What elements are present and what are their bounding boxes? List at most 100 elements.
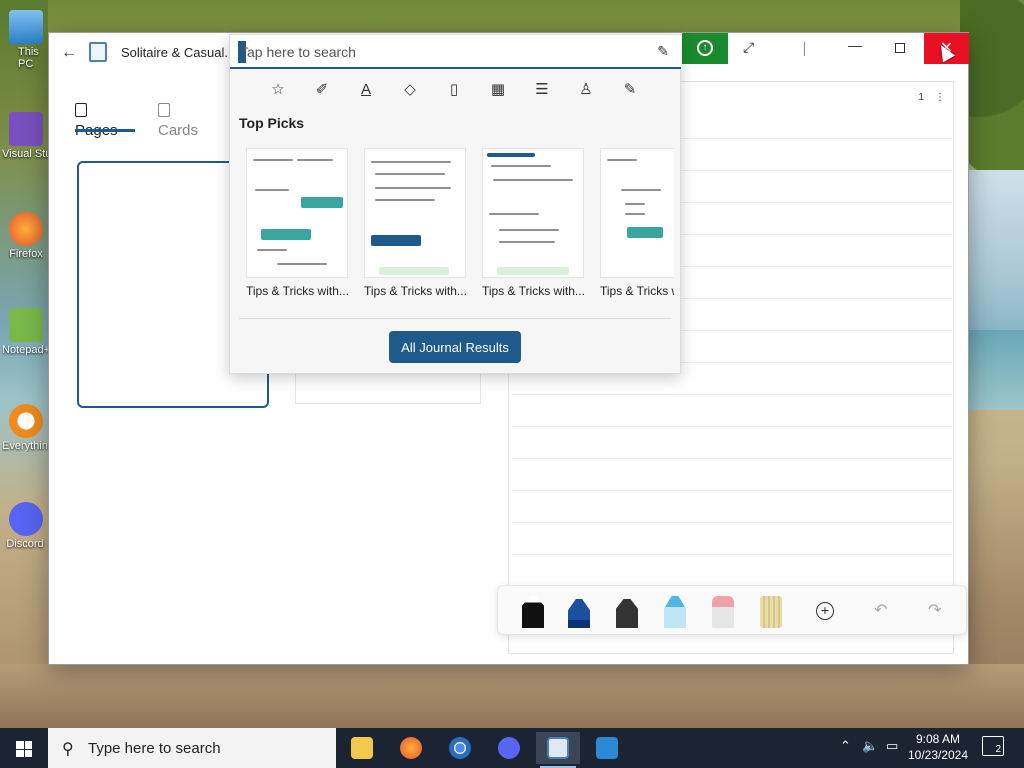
- shapes-icon[interactable]: ◇: [398, 79, 422, 101]
- eraser-tool[interactable]: [712, 596, 734, 628]
- tape-tool[interactable]: [760, 596, 782, 628]
- add-tool-button[interactable]: +: [816, 602, 834, 620]
- text-icon[interactable]: A: [354, 79, 378, 101]
- minimize-button[interactable]: —: [845, 37, 865, 53]
- browser-icon: [449, 737, 471, 759]
- ink-stroke: [375, 173, 445, 175]
- person-icon[interactable]: ♙: [574, 79, 598, 101]
- ink-stroke: [493, 179, 573, 181]
- volume-icon[interactable]: 🔈: [862, 738, 878, 754]
- remote-desktop-icon: [596, 737, 618, 759]
- computer-icon: [9, 10, 43, 44]
- note-sticker: [627, 227, 663, 238]
- blue-pen-tool[interactable]: [568, 596, 590, 628]
- tab-cards-label: Cards: [158, 122, 199, 139]
- cards-icon: [158, 103, 170, 117]
- list-icon[interactable]: ☰: [530, 79, 554, 101]
- ink-stroke: [297, 159, 333, 161]
- sync-button[interactable]: ↑: [682, 33, 728, 64]
- clock-time: 9:08 AM: [915, 732, 961, 746]
- note-sticker: [301, 197, 343, 208]
- desktop-icon-label: Everything: [2, 440, 48, 452]
- calendar-icon[interactable]: ▦: [486, 79, 510, 101]
- top-pick-result[interactable]: Tips & Tricks with...: [364, 148, 468, 298]
- highlighter-tool[interactable]: [664, 596, 686, 628]
- desktop-icon-discord[interactable]: Discord: [2, 502, 50, 550]
- handwriting-pen-icon[interactable]: ✎: [657, 43, 669, 60]
- network-icon[interactable]: ▭: [886, 738, 898, 754]
- pick-title: Tips & Tricks with...: [364, 284, 467, 298]
- desktop-icon-this-pc[interactable]: This PC: [2, 10, 50, 70]
- ruled-line: [511, 522, 951, 523]
- star-icon[interactable]: ☆: [266, 79, 290, 101]
- ink-stroke: [625, 203, 645, 205]
- top-pick-result[interactable]: Tips & Tricks with...: [600, 148, 674, 298]
- ink-stroke: [253, 159, 293, 161]
- ink-stroke: [277, 263, 327, 265]
- desktop-icon-label: This PC: [18, 46, 39, 70]
- search-input[interactable]: [240, 41, 640, 63]
- taskbar-journal[interactable]: [536, 732, 580, 768]
- fullscreen-button[interactable]: ⤢: [743, 39, 754, 56]
- page-preview: [600, 148, 674, 278]
- note-sticker: [379, 267, 449, 275]
- pick-title: Tips & Tricks with...: [600, 284, 674, 298]
- visual-studio-icon: [9, 112, 43, 146]
- system-clock[interactable]: 9:08 AM 10/23/2024: [906, 731, 970, 763]
- taskbar-file-explorer[interactable]: [340, 732, 384, 764]
- black-pen-tool[interactable]: [522, 596, 544, 628]
- taskbar-search-placeholder: Type here to search: [88, 740, 221, 757]
- tab-pages[interactable]: Pages: [75, 101, 135, 139]
- title-separator: [804, 42, 805, 56]
- flyout-divider: [239, 318, 671, 319]
- maximize-button[interactable]: [895, 43, 905, 53]
- pick-title: Tips & Tricks with...: [246, 284, 349, 298]
- note-icon[interactable]: ✎: [618, 79, 642, 101]
- back-arrow-icon[interactable]: ←: [59, 43, 79, 63]
- more-options-icon[interactable]: ⋮: [935, 92, 945, 103]
- ink-toolbar: + ↶ ↷: [497, 585, 967, 635]
- page-preview: [246, 148, 348, 278]
- desktop-wallpaper-sea: [960, 330, 1024, 410]
- redo-button[interactable]: ↷: [928, 600, 941, 620]
- upload-icon: ↑: [697, 40, 713, 56]
- pdf-icon[interactable]: ▯: [442, 79, 466, 101]
- search-box[interactable]: ✎: [230, 35, 681, 69]
- all-journal-results-button[interactable]: All Journal Results: [389, 331, 521, 363]
- tab-cards[interactable]: Cards: [158, 101, 198, 139]
- notepad-plus-plus-icon: [9, 308, 43, 342]
- start-button[interactable]: [0, 728, 48, 768]
- taskbar-discord[interactable]: [487, 732, 531, 764]
- pick-title: Tips & Tricks with...: [482, 284, 585, 298]
- taskbar-remote-desktop[interactable]: [585, 732, 629, 764]
- desktop-icon-everything[interactable]: Everything: [2, 404, 50, 452]
- undo-button[interactable]: ↶: [874, 600, 887, 620]
- top-pick-result[interactable]: Tips & Tricks with...: [246, 148, 350, 298]
- desktop-icon-visual-studio[interactable]: Visual Studio 2017: [2, 112, 50, 160]
- highlighter-icon[interactable]: ✐: [310, 79, 334, 101]
- page-preview: [364, 148, 466, 278]
- ink-stroke: [621, 189, 661, 191]
- taskbar-search-box[interactable]: ⚲ Type here to search: [48, 728, 336, 768]
- taskbar-chrome[interactable]: [438, 732, 482, 764]
- pencil-tool[interactable]: [616, 596, 638, 628]
- pages-icon: [75, 103, 87, 117]
- desktop-icon-notepad[interactable]: Notepad++: [2, 308, 50, 356]
- notification-center-icon[interactable]: 2: [982, 736, 1004, 756]
- desktop-icon-firefox[interactable]: Firefox: [2, 212, 50, 260]
- page-preview: [482, 148, 584, 278]
- ruled-line: [511, 426, 951, 427]
- search-icon: ⚲: [62, 741, 74, 758]
- firefox-icon: [400, 737, 422, 759]
- search-flyout: ✎ ☆ ✐ A ◇ ▯ ▦ ☰ ♙ ✎ Top Picks Tips & Tri…: [229, 34, 681, 374]
- windows-logo-icon: [16, 741, 32, 757]
- chevron-up-icon[interactable]: ⌃: [840, 738, 851, 754]
- desktop-icon-label: Discord: [6, 538, 44, 550]
- top-pick-result[interactable]: Tips & Tricks with...: [482, 148, 586, 298]
- taskbar-firefox[interactable]: [389, 732, 433, 764]
- desktop-wallpaper-sand: [0, 664, 1024, 728]
- firefox-icon: [9, 212, 43, 246]
- ink-stroke: [607, 159, 637, 161]
- note-sticker: [497, 267, 569, 275]
- window-title: Solitaire & Casual...: [121, 45, 236, 60]
